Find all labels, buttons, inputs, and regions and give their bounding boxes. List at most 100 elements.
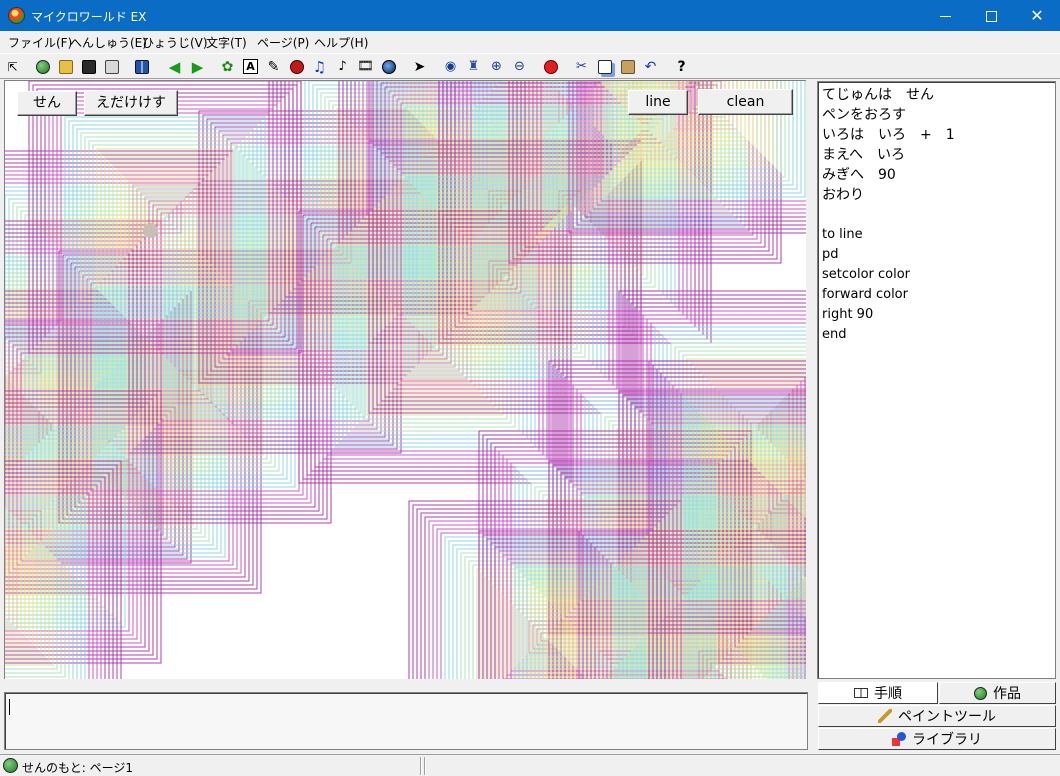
open-button[interactable] [55, 56, 76, 77]
paste-button[interactable] [617, 56, 638, 77]
pointer-mode-button[interactable]: ⇱ [2, 56, 23, 77]
help-icon: ? [677, 58, 686, 75]
procedure-line: おわり [822, 187, 864, 203]
new-turtle-button[interactable]: ✿ [217, 56, 238, 77]
toolbar: ⇱ ◀ ▶ ✿ A ✎ ♫ ♪ 🎞 ➤ ◉ ♜ ⊕ ⊖ ✂ ↶ ? [0, 53, 1060, 79]
tab-procedures-label: 手順 [874, 686, 902, 702]
globe-icon [974, 686, 987, 700]
tab-library[interactable]: ライブラリ [818, 728, 1056, 750]
new-video-button[interactable]: 🎞 [355, 56, 376, 77]
video-icon: 🎞 [357, 59, 374, 74]
procedure-line: てじゅんは せん [822, 87, 934, 103]
status-text: せんのもと: ページ1 [22, 761, 134, 775]
procedure-line: to line [822, 227, 863, 242]
copy-button[interactable] [594, 56, 615, 77]
print-icon [104, 59, 119, 74]
globe-icon [3, 758, 18, 773]
help-button[interactable]: ? [671, 56, 692, 77]
open-folder-icon [58, 59, 73, 74]
procedures-editor[interactable]: てじゅんは せん ペンをおろす いろは いろ + 1 まえへ いろ みぎへ 90… [817, 81, 1056, 679]
new-text-box-button[interactable]: A [240, 56, 261, 77]
maximize-icon [985, 11, 997, 22]
line-button[interactable]: line [628, 90, 688, 115]
new-brush-button[interactable]: ✎ [263, 56, 284, 77]
sen-button[interactable]: せん [17, 91, 77, 116]
next-page-button[interactable]: ▶ [187, 56, 208, 77]
title-bar: マイクロワールド EX ✕ [0, 0, 1060, 31]
menu-file[interactable]: ファイル(F) [8, 34, 72, 51]
new-turtle-icon: ✿ [221, 58, 234, 75]
zoom-in-icon: ⊕ [491, 59, 502, 74]
procedure-line: end [822, 327, 847, 342]
procedure-line: forward color [822, 287, 908, 302]
page-layout-button[interactable] [131, 56, 152, 77]
menu-page[interactable]: ページ(P) [257, 34, 309, 51]
spiral-square [408, 500, 682, 679]
zoom-out-button[interactable]: ⊖ [509, 56, 530, 77]
print-button[interactable] [101, 56, 122, 77]
brush-icon: ✎ [267, 58, 280, 75]
clean-button[interactable]: clean [698, 89, 793, 115]
music-note-icon: ♫ [312, 57, 327, 76]
tab-procedures[interactable]: 手順 [818, 682, 938, 704]
drawing-canvas[interactable]: せん えだけけす line clean [4, 80, 806, 679]
status-bar: せんのもと: ページ1 [0, 754, 1060, 776]
zoom-in-button[interactable]: ⊕ [486, 56, 507, 77]
select-tool-button[interactable]: ➤ [409, 56, 430, 77]
text-box-icon: A [243, 59, 258, 74]
new-music-button[interactable]: ♫ [309, 56, 330, 77]
record-button[interactable] [378, 56, 399, 77]
tab-project-label: 作品 [993, 686, 1021, 702]
minimize-button[interactable] [922, 0, 968, 31]
stop-all-button[interactable] [540, 56, 561, 77]
eye-tool-button[interactable]: ◉ [440, 56, 461, 77]
undo-button[interactable]: ↶ [640, 56, 661, 77]
procedure-line: pd [822, 247, 839, 262]
cut-button[interactable]: ✂ [571, 56, 592, 77]
previous-page-button[interactable]: ◀ [164, 56, 185, 77]
status-separator [424, 757, 425, 775]
tab-paint-tools-label: ペイントツール [898, 709, 996, 725]
menu-text[interactable]: 文字(T) [206, 34, 247, 51]
eye-button-icon [289, 59, 304, 74]
pointer-mode-icon: ⇱ [7, 59, 18, 74]
record-icon [381, 59, 396, 74]
menu-help[interactable]: ヘルプ(H) [314, 34, 368, 51]
stamp-icon: ♜ [467, 59, 480, 74]
book-icon [854, 688, 868, 698]
maximize-button[interactable] [968, 0, 1014, 31]
command-center[interactable] [4, 692, 808, 750]
new-melody-button[interactable]: ♪ [332, 56, 353, 77]
copy-icon [597, 59, 612, 74]
window-title: マイクロワールド EX [31, 10, 147, 24]
menu-bar: ファイル(F) へんしゅう(E) ひょうじ(V) 文字(T) ページ(P) ヘル… [0, 31, 1060, 53]
edaketesu-button[interactable]: えだけけす [84, 90, 178, 116]
page-layout-icon [134, 59, 149, 74]
close-button[interactable]: ✕ [1014, 0, 1060, 31]
menu-edit[interactable]: へんしゅう(E) [70, 34, 147, 51]
tab-paint-tools[interactable]: ペイントツール [818, 705, 1056, 727]
stop-hand-icon [543, 59, 558, 74]
new-button-button[interactable] [286, 56, 307, 77]
procedure-line: right 90 [822, 307, 874, 322]
menu-view[interactable]: ひょうじ(V) [142, 34, 208, 51]
zoom-out-icon: ⊖ [514, 59, 525, 74]
status-separator [420, 757, 421, 775]
turtle[interactable] [143, 223, 158, 238]
canvas-right-edge [806, 80, 814, 679]
save-button[interactable] [78, 56, 99, 77]
paste-icon [620, 59, 635, 74]
close-icon: ✕ [1030, 6, 1044, 25]
save-icon [81, 59, 96, 74]
shapes-icon [892, 732, 906, 746]
globe-button[interactable] [32, 56, 53, 77]
tab-project[interactable]: 作品 [939, 682, 1056, 704]
paintbrush-icon [878, 709, 892, 723]
select-arrow-icon: ➤ [413, 58, 426, 75]
procedure-line: まえへ いろ [822, 147, 906, 163]
melody-icon: ♪ [338, 59, 347, 74]
procedure-line: ペンをおろす [822, 107, 906, 123]
app-icon [8, 7, 25, 24]
stamp-tool-button[interactable]: ♜ [463, 56, 484, 77]
globe-icon [35, 59, 50, 74]
